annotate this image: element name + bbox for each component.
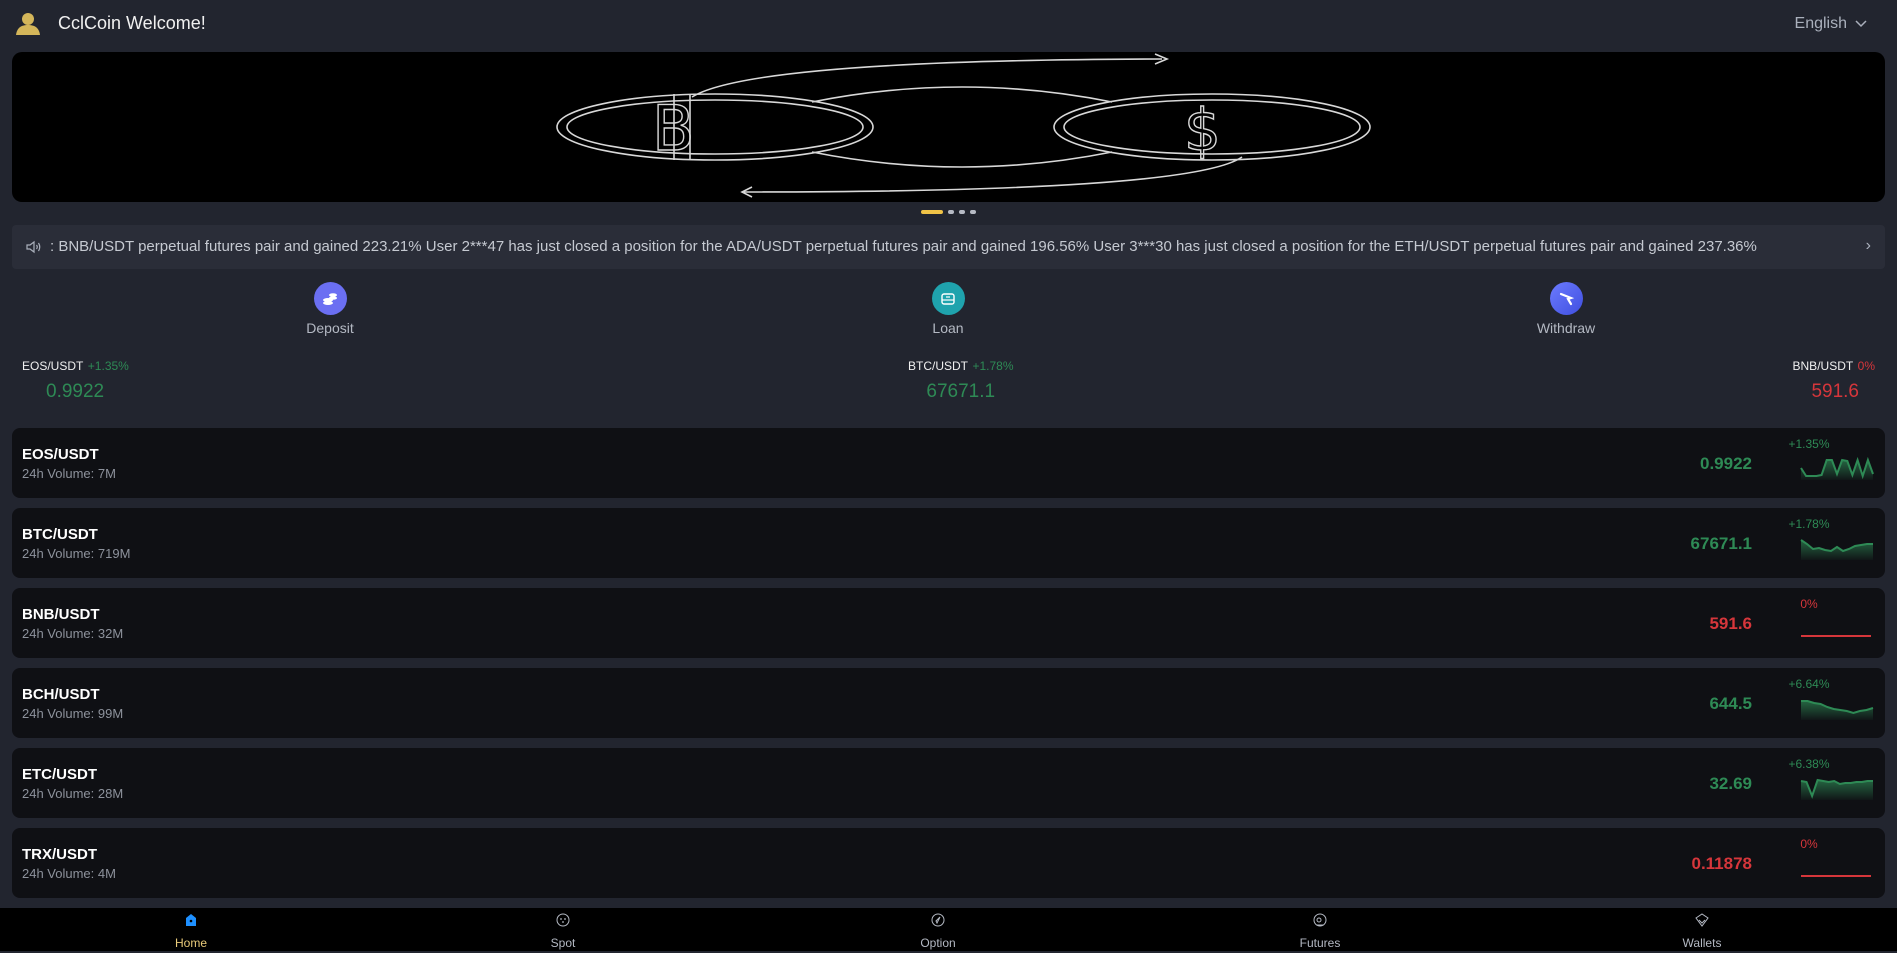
home-icon bbox=[186, 914, 196, 926]
ticker-pair: BNB/USDT bbox=[1792, 359, 1854, 373]
coins-icon bbox=[313, 282, 347, 315]
nav-label: Spot bbox=[550, 936, 576, 950]
market-pair: ETC/USDT bbox=[22, 766, 97, 783]
ticker-pair: BTC/USDT bbox=[908, 359, 968, 373]
sparkline-chart bbox=[1801, 635, 1871, 637]
market-row[interactable]: TRX/USDT 24h Volume: 4M 0.11878 0% bbox=[12, 828, 1885, 898]
header: CclCoin Welcome! English bbox=[0, 0, 1897, 50]
deposit-label: Deposit bbox=[306, 320, 354, 336]
market-change: +6.64% bbox=[1788, 677, 1830, 691]
market-volume: 24h Volume: 7M bbox=[22, 466, 116, 481]
market-change: 0% bbox=[1800, 597, 1818, 611]
ticker-price: 67671.1 bbox=[926, 381, 996, 402]
market-change: 0% bbox=[1800, 837, 1818, 851]
market-row[interactable]: BNB/USDT 24h Volume: 32M 591.6 0% bbox=[12, 588, 1885, 658]
nav-label: Home bbox=[174, 936, 207, 950]
chevron-right-icon[interactable]: › bbox=[1866, 237, 1871, 255]
withdraw-button[interactable]: Withdraw bbox=[1526, 282, 1606, 336]
welcome-title: CclCoin Welcome! bbox=[58, 13, 206, 33]
promo-banner[interactable]: B $ bbox=[12, 52, 1885, 202]
market-change: +1.78% bbox=[1788, 517, 1830, 531]
ticker-eos[interactable]: EOS/USDT +1.35% 0.9922 bbox=[22, 357, 129, 403]
market-price: 591.6 bbox=[1709, 614, 1752, 633]
nav-label: Wallets bbox=[1682, 936, 1722, 950]
market-price: 644.5 bbox=[1709, 694, 1752, 713]
loan-button[interactable]: Loan bbox=[908, 282, 988, 336]
market-volume: 24h Volume: 28M bbox=[22, 786, 124, 801]
sparkline-chart bbox=[1800, 456, 1874, 480]
market-pair: BNB/USDT bbox=[22, 606, 100, 623]
ticker-pair: EOS/USDT bbox=[22, 359, 84, 373]
chevron-down-icon bbox=[1855, 20, 1867, 28]
market-row[interactable]: BTC/USDT 24h Volume: 719M 67671.1 +1.78% bbox=[12, 508, 1885, 578]
crypto-exchange-illustration: B $ bbox=[556, 53, 1371, 198]
market-pair: TRX/USDT bbox=[22, 846, 97, 863]
option-icon bbox=[931, 913, 945, 927]
drive-icon bbox=[931, 282, 965, 315]
pagination-dot[interactable] bbox=[970, 210, 976, 214]
pagination-dot[interactable] bbox=[959, 210, 965, 214]
sparkline-chart bbox=[1800, 778, 1873, 800]
nav-wallets[interactable]: Wallets bbox=[1662, 912, 1742, 950]
user-icon[interactable] bbox=[15, 12, 41, 36]
market-volume: 24h Volume: 4M bbox=[22, 866, 116, 881]
ticker-change: +1.78% bbox=[972, 359, 1014, 373]
wallet-icon bbox=[1695, 913, 1709, 927]
notice-text: : BNB/USDT perpetual futures pair and ga… bbox=[50, 238, 1757, 255]
ticker-price: 0.9922 bbox=[46, 381, 105, 402]
market-row[interactable]: EOS/USDT 24h Volume: 7M 0.9922 +1.35% bbox=[12, 428, 1885, 498]
market-price: 0.9922 bbox=[1700, 454, 1752, 473]
banner-pagination bbox=[0, 210, 1897, 214]
svg-text:$: $ bbox=[1184, 96, 1221, 164]
ticker-btc[interactable]: BTC/USDT +1.78% 67671.1 bbox=[908, 357, 1014, 403]
nav-label: Option bbox=[920, 936, 956, 950]
sparkline-area bbox=[1801, 540, 1873, 560]
market-price: 0.11878 bbox=[1691, 854, 1752, 873]
speaker-icon bbox=[26, 240, 41, 254]
market-price: 67671.1 bbox=[1690, 534, 1752, 553]
ticker-change: +1.35% bbox=[87, 359, 129, 373]
market-pair: BTC/USDT bbox=[22, 526, 98, 543]
sparkline-chart bbox=[1801, 700, 1874, 720]
nav-label: Futures bbox=[1299, 936, 1341, 950]
language-selector[interactable]: English bbox=[1795, 15, 1867, 33]
market-row[interactable]: BCH/USDT 24h Volume: 99M 644.5 +6.64% bbox=[12, 668, 1885, 738]
ticker-change: 0% bbox=[1857, 359, 1875, 373]
market-volume: 24h Volume: 99M bbox=[22, 706, 124, 721]
market-volume: 24h Volume: 719M bbox=[22, 546, 131, 561]
arrow-icon bbox=[1549, 282, 1583, 315]
language-label: English bbox=[1794, 15, 1847, 32]
pagination-dot[interactable] bbox=[921, 210, 943, 214]
market-pair: EOS/USDT bbox=[22, 446, 99, 463]
market-price: 32.69 bbox=[1709, 774, 1752, 793]
market-row[interactable]: ETC/USDT 24h Volume: 28M 32.69 +6.38% bbox=[12, 748, 1885, 818]
sparkline-chart bbox=[1801, 875, 1871, 877]
bottom-nav: Home Spot Option Futures Wallets bbox=[0, 908, 1897, 951]
market-list: EOS/USDT 24h Volume: 7M 0.9922 +1.35% BTC/US… bbox=[12, 428, 1885, 908]
deposit-button[interactable]: Deposit bbox=[290, 282, 370, 336]
market-pair: BCH/USDT bbox=[22, 686, 100, 703]
market-change: +6.38% bbox=[1788, 757, 1830, 771]
nav-futures[interactable]: Futures bbox=[1280, 912, 1360, 950]
spot-icon bbox=[556, 913, 570, 927]
sparkline-chart bbox=[1800, 539, 1873, 560]
market-volume: 24h Volume: 32M bbox=[22, 626, 124, 641]
futures-icon bbox=[1313, 913, 1327, 927]
ticker-price: 591.6 bbox=[1811, 381, 1859, 402]
nav-spot[interactable]: Spot bbox=[523, 912, 603, 950]
loan-label: Loan bbox=[932, 320, 964, 336]
market-change: +1.35% bbox=[1788, 437, 1830, 451]
pagination-dot[interactable] bbox=[948, 210, 954, 214]
ticker-bnb[interactable]: BNB/USDT 0% 591.6 bbox=[1793, 357, 1875, 403]
withdraw-label: Withdraw bbox=[1536, 320, 1596, 336]
nav-home[interactable]: Home bbox=[151, 912, 231, 950]
sparkline-line bbox=[1800, 456, 1874, 480]
notice-bar[interactable]: : BNB/USDT perpetual futures pair and ga… bbox=[12, 225, 1885, 269]
nav-option[interactable]: Option bbox=[898, 912, 978, 950]
